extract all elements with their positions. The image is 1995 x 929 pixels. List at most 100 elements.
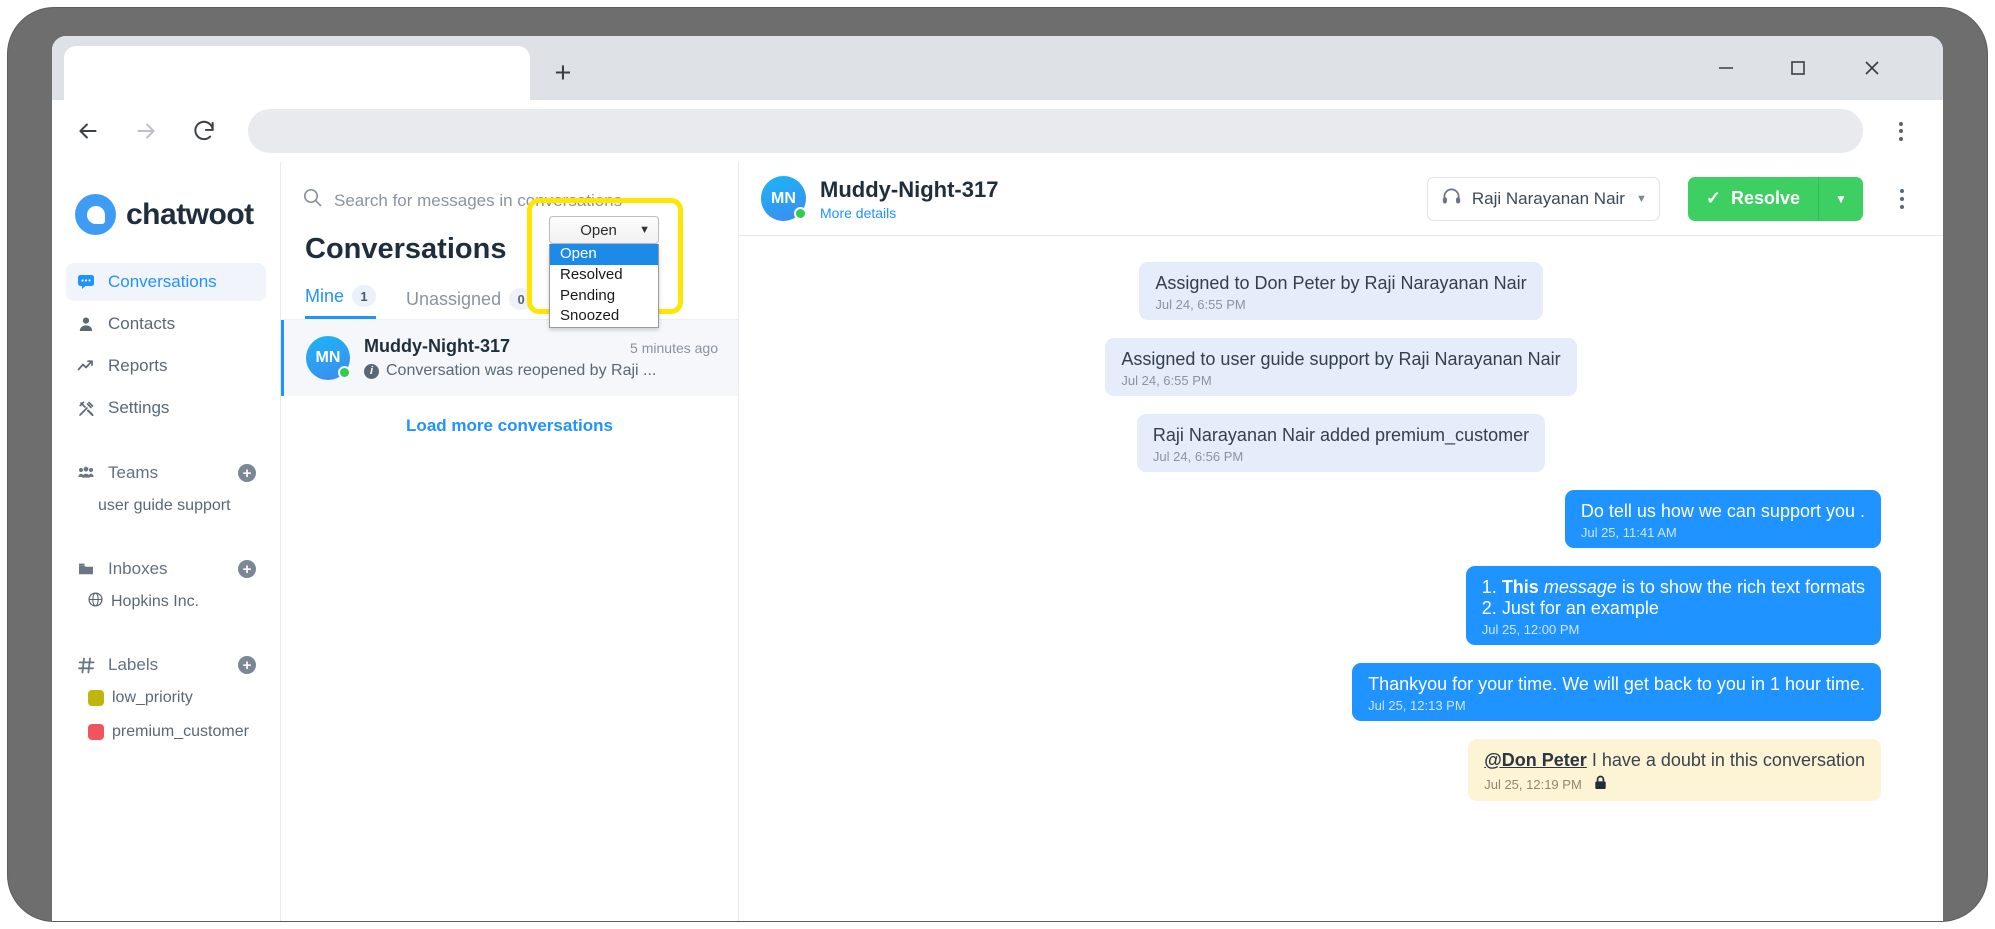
reload-icon: [191, 118, 217, 144]
conversation-item-timestamp: 5 minutes ago: [630, 340, 718, 356]
lock-icon: [1594, 775, 1607, 793]
conversation-search-placeholder: Search for messages in conversations: [334, 191, 622, 211]
trending-up-icon: [76, 357, 96, 375]
new-tab-button[interactable]: +: [544, 54, 582, 92]
address-bar[interactable]: [248, 109, 1863, 153]
system-message-bubble: Assigned to Don Peter by Raji Narayanan …: [1139, 262, 1542, 320]
chat-panel: MN Muddy-Night-317 More details Raji Nar…: [739, 162, 1943, 921]
sidebar-item-conversations[interactable]: Conversations: [66, 263, 266, 301]
message-timestamp: Jul 25, 12:13 PM: [1368, 698, 1865, 713]
message-row: Assigned to user guide support by Raji N…: [801, 338, 1881, 396]
chevron-down-icon: ▼: [639, 224, 650, 236]
system-message-bubble: Assigned to user guide support by Raji N…: [1105, 338, 1576, 396]
minimize-icon: [1716, 58, 1736, 78]
add-inbox-button[interactable]: +: [238, 560, 256, 578]
message-row: 1. This message is to show the rich text…: [801, 566, 1881, 645]
hash-icon: [76, 657, 96, 674]
conversation-list-item[interactable]: MN Muddy-Night-317 i Conversation was re…: [281, 320, 738, 396]
status-option-snoozed[interactable]: Snoozed: [550, 306, 658, 327]
tab-unassigned[interactable]: Unassigned 0: [406, 288, 533, 319]
message-text: 1. This message is to show the rich text…: [1482, 577, 1865, 619]
resolve-dropdown-button[interactable]: ▼: [1818, 177, 1863, 221]
sidebar-section-teams: Teams + user guide support: [66, 457, 266, 523]
forward-arrow-icon: [133, 118, 159, 144]
sidebar-item-label: Settings: [108, 398, 169, 418]
avatar: MN: [306, 336, 350, 380]
status-option-open[interactable]: Open: [550, 244, 658, 265]
outgoing-message-bubble: Thankyou for your time. We will get back…: [1352, 663, 1881, 721]
message-timestamp: Jul 24, 6:56 PM: [1153, 449, 1529, 464]
forward-button[interactable]: [124, 109, 168, 153]
status-filter-options: Open Resolved Pending Snoozed: [549, 244, 659, 328]
sidebar-item-reports[interactable]: Reports: [66, 347, 266, 385]
chat-more-menu-button[interactable]: [1885, 177, 1919, 221]
info-icon: i: [364, 364, 379, 379]
rich-list-item: 2. Just for an example: [1482, 598, 1865, 619]
globe-icon: [88, 592, 103, 612]
add-label-button[interactable]: +: [238, 656, 256, 674]
brand-name: chatwoot: [126, 198, 254, 232]
private-note-bubble: @Don Peter I have a doubt in this conver…: [1468, 739, 1881, 801]
reload-button[interactable]: [182, 109, 226, 153]
message-text: @Don Peter I have a doubt in this conver…: [1484, 750, 1865, 771]
page-title: Muddy-Night-317: [820, 177, 1413, 203]
search-icon: [303, 188, 322, 213]
sidebar-item-settings[interactable]: Settings: [66, 389, 266, 427]
screen: +: [52, 36, 1943, 921]
chat-bubble-icon: [76, 273, 96, 291]
add-team-button[interactable]: +: [238, 464, 256, 482]
status-filter[interactable]: Open ▼ Open Resolved Pending Snoozed: [549, 216, 659, 328]
sidebar-team-item[interactable]: user guide support: [66, 489, 266, 523]
assignee-name: Raji Narayanan Nair: [1472, 189, 1625, 209]
mention[interactable]: @Don Peter: [1484, 750, 1587, 770]
check-icon: ✓: [1706, 188, 1721, 209]
outgoing-rich-message-bubble: 1. This message is to show the rich text…: [1466, 566, 1881, 645]
inbox-folder-icon: [76, 562, 96, 576]
sidebar-section-header: Labels +: [66, 649, 266, 681]
assignee-dropdown[interactable]: Raji Narayanan Nair ▼: [1427, 177, 1660, 221]
message-timestamp: Jul 24, 6:55 PM: [1121, 373, 1560, 388]
sidebar-item-contacts[interactable]: Contacts: [66, 305, 266, 343]
message-timestamp: Jul 24, 6:55 PM: [1155, 297, 1526, 312]
avatar: MN: [761, 176, 806, 221]
sidebar-label-item-premium-customer[interactable]: premium_customer: [66, 715, 266, 749]
browser-navbar: [52, 100, 1943, 162]
back-button[interactable]: [66, 109, 110, 153]
label-color-swatch: [88, 724, 104, 740]
window-minimize-button[interactable]: [1695, 42, 1757, 94]
tab-label: Unassigned: [406, 289, 501, 310]
browser-tab[interactable]: [64, 46, 530, 100]
tab-strip: +: [52, 36, 1943, 100]
browser-menu-button[interactable]: [1881, 109, 1921, 153]
message-row: Assigned to Don Peter by Raji Narayanan …: [801, 262, 1881, 320]
message-text: Do tell us how we can support you .: [1581, 501, 1865, 522]
status-filter-select[interactable]: Open ▼: [549, 216, 659, 244]
sidebar-section-header: Inboxes +: [66, 553, 266, 585]
maximize-icon: [1788, 58, 1808, 78]
chat-identity: Muddy-Night-317 More details: [820, 177, 1413, 221]
chevron-down-icon: ▼: [1835, 192, 1847, 206]
chatwoot-app: chatwoot Conversations Contacts: [52, 162, 1943, 921]
list-number: 2.: [1482, 598, 1497, 618]
sidebar-label-item-low-priority[interactable]: low_priority: [66, 681, 266, 715]
kebab-dot: [1899, 137, 1903, 141]
sidebar-section-title: Inboxes: [108, 559, 238, 579]
conversation-list-panel: Search for messages in conversations Con…: [281, 162, 739, 921]
resolve-button[interactable]: ✓ Resolve: [1688, 177, 1818, 221]
tools-icon: [76, 400, 96, 417]
tab-count: 1: [352, 285, 376, 307]
load-more-conversations-button[interactable]: Load more conversations: [281, 396, 738, 456]
back-arrow-icon: [75, 118, 101, 144]
sidebar-section-header: Teams +: [66, 457, 266, 489]
window-close-button[interactable]: [1841, 42, 1903, 94]
sidebar-label-text: premium_customer: [112, 723, 249, 741]
more-details-link[interactable]: More details: [820, 205, 1413, 221]
status-option-resolved[interactable]: Resolved: [550, 265, 658, 286]
chevron-down-icon: ▼: [1636, 193, 1647, 205]
window-maximize-button[interactable]: [1767, 42, 1829, 94]
conversation-search[interactable]: Search for messages in conversations: [281, 162, 738, 219]
online-status-dot: [338, 366, 351, 379]
status-option-pending[interactable]: Pending: [550, 286, 658, 307]
tab-mine[interactable]: Mine 1: [305, 285, 376, 319]
sidebar-inbox-item[interactable]: Hopkins Inc.: [66, 585, 266, 619]
